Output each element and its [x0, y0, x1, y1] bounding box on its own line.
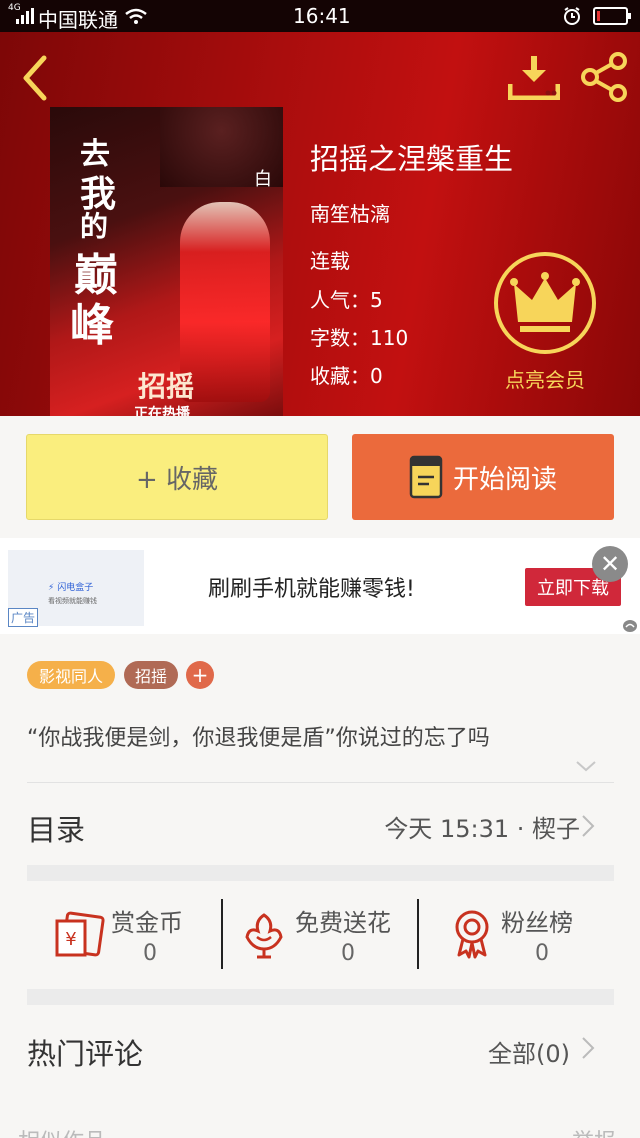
book-author[interactable]: 南笙枯漓 — [310, 198, 390, 227]
cover-subtitle: 招摇 — [138, 370, 195, 403]
wifi-icon — [125, 8, 147, 24]
reward-coins-label: 赏金币 — [111, 909, 183, 937]
share-icon[interactable] — [580, 52, 630, 102]
similar-works-label: 相似作品 — [18, 1124, 106, 1138]
free-flowers-label: 免费送花 — [295, 909, 391, 937]
battery-icon — [593, 7, 631, 25]
ad-close-icon[interactable]: ✕ — [592, 546, 628, 582]
popularity-value: 5 — [370, 288, 383, 312]
crown-icon — [494, 252, 596, 354]
member-label: 点亮会员 — [505, 368, 585, 392]
flower-icon — [245, 913, 283, 959]
fan-ranking-label: 粉丝榜 — [501, 909, 573, 937]
ad-banner[interactable]: ⚡ 闪电盒子 看视频就能赚钱 广告 刷刷手机就能赚零钱! 立即下载 ✕ — [0, 538, 640, 634]
tag-item[interactable]: 影视同人 — [27, 661, 115, 689]
toc-label: 目录 — [27, 813, 86, 847]
back-arrow-icon[interactable] — [18, 54, 50, 102]
tag-item[interactable]: 招摇 — [124, 661, 178, 689]
start-reading-button[interactable]: 开始阅读 — [352, 434, 614, 520]
clock: 16:41 — [293, 4, 351, 28]
fan-ranking-item[interactable]: 粉丝榜 0 — [419, 881, 614, 989]
ad-text: 刷刷手机就能赚零钱! — [208, 577, 415, 602]
report-link[interactable]: 举报 — [572, 1124, 616, 1138]
ad-brand-sub: 看视频就能赚钱 — [48, 597, 97, 605]
signal-icon — [16, 8, 34, 24]
chevron-down-icon[interactable] — [574, 758, 598, 774]
toc-latest-update: 今天 15:31 · 楔子 — [384, 815, 580, 843]
download-icon[interactable] — [508, 54, 560, 100]
alarm-icon — [564, 7, 580, 25]
ad-image: ⚡ 闪电盒子 看视频就能赚钱 广告 — [8, 550, 144, 627]
add-tag-button[interactable]: + — [186, 661, 214, 689]
cover-bottom-text: 正在热播 — [134, 406, 190, 416]
ad-brand-name: 闪电盒子 — [57, 583, 94, 593]
word-count-label: 字数： — [310, 326, 370, 350]
book-cover[interactable]: 去 我 的 巅 峰 白 招摇 正在热播 — [50, 107, 283, 416]
ad-info-icon[interactable] — [622, 618, 638, 632]
ad-badge: 广告 — [8, 608, 39, 627]
book-title: 招摇之涅槃重生 — [310, 142, 514, 176]
free-flowers-value: 0 — [341, 941, 355, 966]
start-reading-label: 开始阅读 — [452, 464, 557, 495]
favorites-label: 收藏： — [310, 364, 370, 388]
book-icon — [409, 455, 443, 499]
reward-coins-value: 0 — [143, 941, 157, 966]
carrier-name: 中国联通 — [38, 8, 118, 32]
chevron-right-icon — [582, 815, 595, 837]
chevron-right-icon — [582, 1037, 595, 1059]
word-count-stat: 字数：110 — [310, 322, 408, 351]
reward-coins-item[interactable]: ¥ 赏金币 0 — [27, 881, 221, 989]
member-badge[interactable]: 点亮会员 — [490, 250, 600, 400]
status-bar: 4G 中国联通 16:41 — [0, 0, 640, 32]
red-envelope-icon: ¥ — [55, 911, 105, 957]
toc-row[interactable]: 目录 今天 15:31 · 楔子 — [0, 783, 640, 865]
word-count-value: 110 — [370, 326, 409, 350]
book-status: 连载 — [310, 249, 350, 273]
medal-icon — [455, 910, 489, 959]
cover-title-char: 峰 — [70, 300, 114, 351]
cover-small-text: 白 — [254, 169, 272, 190]
popularity-stat: 人气：5 — [310, 284, 383, 313]
fan-ranking-value: 0 — [535, 941, 549, 966]
free-flowers-item[interactable]: 免费送花 0 — [223, 881, 417, 989]
book-intro: “你战我便是剑，你退我便是盾”你说过的忘了吗 — [27, 726, 490, 751]
svg-text:¥: ¥ — [65, 929, 76, 950]
all-comments-link[interactable]: 全部(0) — [488, 1034, 570, 1069]
ad-brand: ⚡ 闪电盒子 — [48, 583, 94, 593]
section-divider — [27, 865, 614, 881]
hot-comments-header[interactable]: 热门评论 全部(0) — [0, 1005, 640, 1091]
book-header: 去 我 的 巅 峰 白 招摇 正在热播 招摇之涅槃重生 南笙枯漓 连载 人气：5… — [0, 32, 640, 416]
section-divider — [27, 989, 614, 1005]
reward-stats: ¥ 赏金币 0 免费送花 0 粉丝榜 0 — [27, 881, 614, 989]
hot-comments-label: 热门评论 — [27, 1037, 144, 1071]
favorite-button[interactable]: + 收藏 — [26, 434, 328, 520]
popularity-label: 人气： — [310, 288, 370, 312]
favorites-stat: 收藏：0 — [310, 360, 383, 389]
favorites-value: 0 — [370, 364, 383, 388]
